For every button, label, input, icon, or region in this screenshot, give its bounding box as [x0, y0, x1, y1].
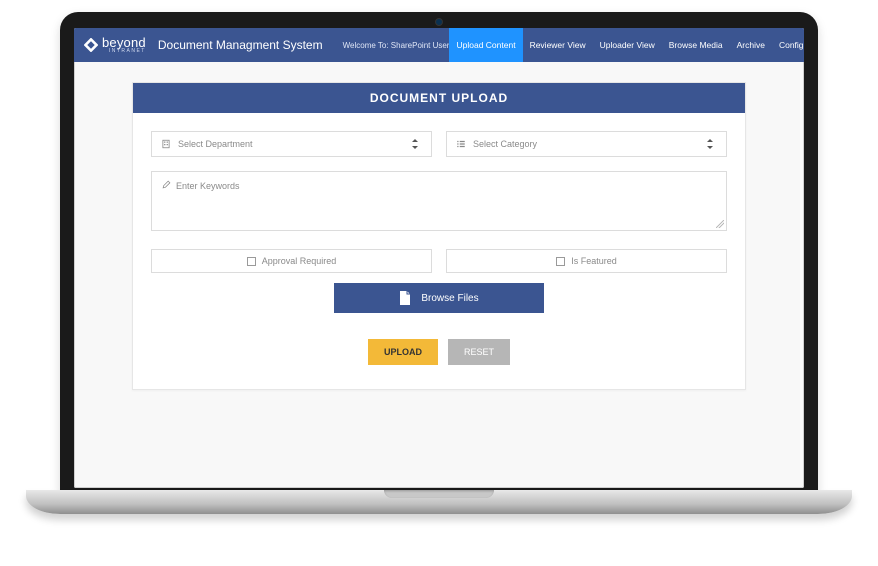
nav-browse-media[interactable]: Browse Media — [662, 28, 730, 62]
brand-text: beyond INTRANET — [102, 36, 146, 54]
app-screen: beyond INTRANET Document Managment Syste… — [74, 28, 804, 488]
browse-files-button[interactable]: Browse Files — [334, 283, 544, 313]
brand-sub: INTRANET — [102, 49, 146, 54]
keywords-placeholder: Enter Keywords — [176, 181, 240, 191]
nav-upload-content[interactable]: Upload Content — [449, 28, 522, 62]
brand: beyond INTRANET — [80, 36, 150, 54]
top-nav: Upload Content Reviewer View Uploader Vi… — [449, 28, 804, 62]
checkbox-icon — [247, 257, 256, 266]
brand-logo-icon — [84, 38, 98, 52]
nav-uploader-view[interactable]: Uploader View — [593, 28, 662, 62]
nav-archive[interactable]: Archive — [730, 28, 772, 62]
laptop-frame: beyond INTRANET Document Managment Syste… — [60, 12, 818, 492]
building-icon — [160, 139, 172, 149]
laptop-notch — [384, 490, 494, 498]
approval-required-checkbox[interactable]: Approval Required — [151, 249, 432, 273]
is-featured-checkbox[interactable]: Is Featured — [446, 249, 727, 273]
resize-handle-icon[interactable] — [716, 220, 724, 228]
department-placeholder: Select Department — [178, 139, 409, 149]
keywords-input[interactable]: Enter Keywords — [151, 171, 727, 231]
reset-button[interactable]: RESET — [448, 339, 510, 365]
nav-configurations[interactable]: Configurations — [772, 28, 804, 62]
upload-card: DOCUMENT UPLOAD Select Department — [132, 82, 746, 390]
file-icon — [399, 291, 411, 305]
category-select[interactable]: Select Category — [446, 131, 727, 157]
featured-label: Is Featured — [571, 256, 617, 266]
sort-icon — [409, 139, 421, 149]
pencil-icon — [160, 180, 172, 191]
nav-reviewer-view[interactable]: Reviewer View — [523, 28, 593, 62]
app-title: Document Managment System — [158, 38, 323, 52]
browse-label: Browse Files — [421, 293, 478, 304]
upload-button[interactable]: UPLOAD — [368, 339, 438, 365]
app-header: beyond INTRANET Document Managment Syste… — [74, 28, 804, 62]
approval-label: Approval Required — [262, 256, 337, 266]
camera-dot — [435, 18, 443, 26]
upload-label: UPLOAD — [384, 347, 422, 357]
list-icon — [455, 139, 467, 149]
department-select[interactable]: Select Department — [151, 131, 432, 157]
category-placeholder: Select Category — [473, 139, 704, 149]
sort-icon — [704, 139, 716, 149]
laptop-base — [26, 490, 852, 514]
checkbox-icon — [556, 257, 565, 266]
card-title: DOCUMENT UPLOAD — [133, 83, 745, 113]
reset-label: RESET — [464, 347, 494, 357]
welcome-text: Welcome To: SharePoint User — [343, 41, 450, 50]
content-area: DOCUMENT UPLOAD Select Department — [74, 62, 804, 390]
